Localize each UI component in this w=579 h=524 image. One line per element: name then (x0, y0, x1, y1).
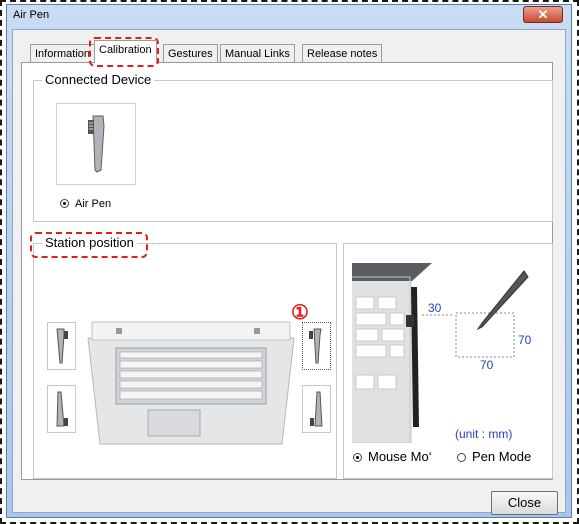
mouse-mode-radio[interactable]: Mouse Mo‘ (353, 449, 432, 464)
radio-dot-icon (353, 453, 362, 462)
tab-information[interactable]: Information (30, 44, 96, 62)
dim-horizontal: 30 (428, 301, 442, 315)
station-right-bottom-button[interactable] (302, 385, 331, 433)
tab-manual-links[interactable]: Manual Links (220, 44, 295, 62)
air-pen-device-image (56, 103, 136, 185)
tab-calibration[interactable]: Calibration (94, 40, 157, 63)
air-pen-radio[interactable]: Air Pen (60, 198, 111, 210)
station-left-top-button[interactable] (47, 322, 76, 370)
radio-dot-icon (457, 453, 466, 462)
mouse-mode-label: Mouse Mo‘ (368, 449, 432, 464)
tab-release-notes[interactable]: Release notes (302, 44, 383, 62)
window-title: Air Pen (13, 9, 50, 21)
pen-distance-diagram: 30 70 70 (unit : mm) (352, 257, 540, 444)
unit-label: (unit : mm) (455, 427, 513, 441)
station-left-bottom-button[interactable] (47, 385, 76, 433)
laptop-image (86, 304, 296, 464)
pen-icon (56, 391, 68, 427)
station-position-label: Station position (42, 235, 137, 250)
titlebar: Air Pen ✕ (7, 5, 571, 27)
pen-icon (309, 328, 322, 364)
pen-icon (56, 328, 68, 364)
window-close-icon[interactable]: ✕ (523, 6, 563, 23)
close-button[interactable]: Close (491, 491, 558, 515)
pen-icon (310, 391, 323, 427)
tab-gestures[interactable]: Gestures (163, 44, 218, 62)
pen-mode-radio[interactable]: Pen Mode (457, 449, 531, 464)
dim-width: 70 (480, 358, 494, 372)
station-right-top-button[interactable] (302, 322, 331, 370)
connected-device-label: Connected Device (42, 72, 155, 87)
diagram-graphic (352, 257, 540, 444)
laptop-icon (86, 304, 296, 464)
position-marker: ① (291, 302, 309, 324)
pen-mode-label: Pen Mode (472, 449, 532, 464)
pen-icon (88, 115, 105, 173)
air-pen-radio-label: Air Pen (75, 198, 112, 210)
radio-dot-icon (60, 199, 69, 208)
dim-vertical: 70 (518, 333, 532, 347)
